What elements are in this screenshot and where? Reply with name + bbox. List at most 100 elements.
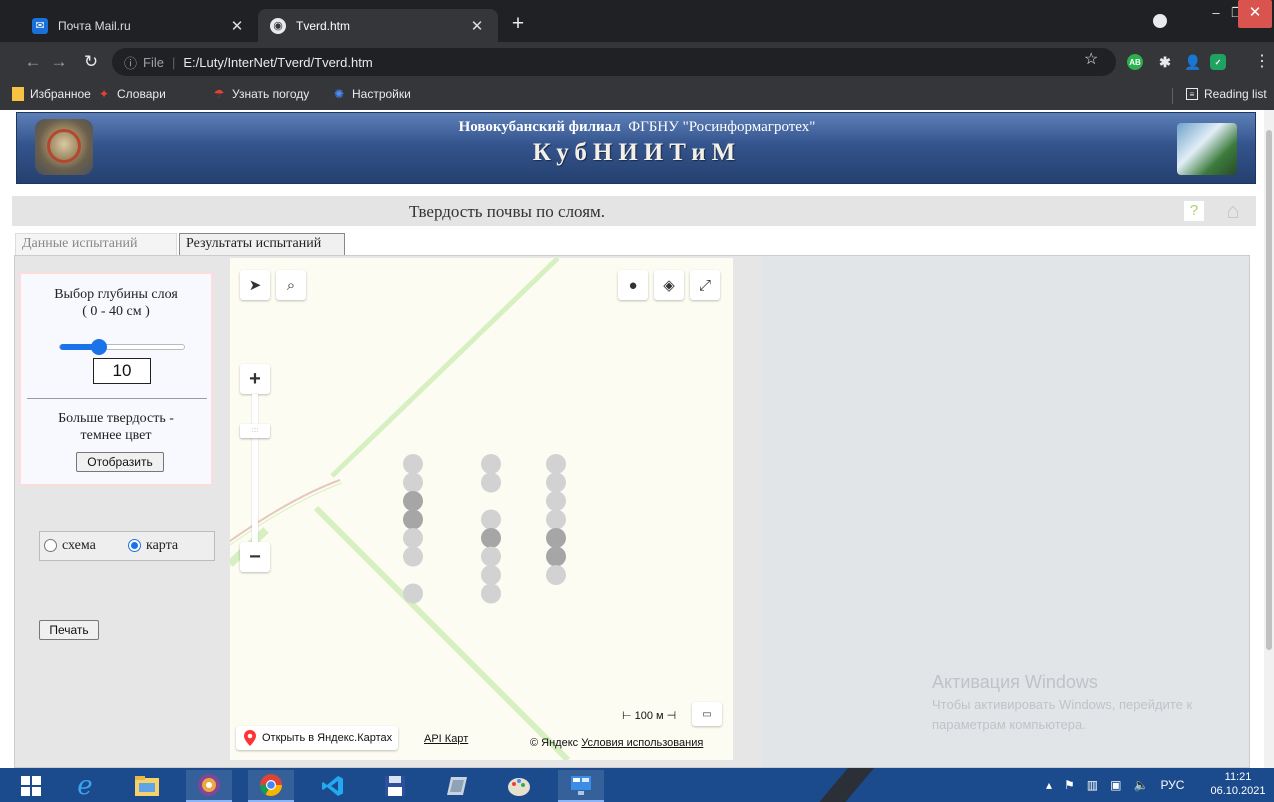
vscode-icon[interactable] [310,770,356,802]
measurement-point[interactable] [481,528,501,548]
print-button[interactable]: Печать [39,620,99,640]
show-button[interactable]: Отобразить [76,452,164,472]
bookmark-star-icon[interactable]: ☆ [1084,49,1098,69]
activation-line: параметрам компьютера. [932,717,1086,732]
measurement-point[interactable] [481,565,501,585]
open-in-yandex-button[interactable]: Открыть в Яндекс.Картах [236,726,399,750]
view-switch: схема карта [39,531,215,561]
depth-control-panel: Выбор глубины слоя ( 0 - 40 см ) 10 Боль… [19,272,213,486]
bookmark-favorites[interactable]: Избранное [12,87,91,101]
measurement-point[interactable] [403,509,423,530]
tab-test-data[interactable]: Данные испытаний [15,233,177,255]
chat-icon[interactable]: ▣ [1110,778,1121,792]
measurement-point[interactable] [546,528,566,548]
zoom-track[interactable] [252,394,258,542]
tab-tverd[interactable]: ◉ Tverd.htm ✕ [258,9,498,42]
depth-label-title: Выбор глубины слоя [54,287,178,302]
flag-icon[interactable]: ⚑ [1064,778,1075,792]
clock[interactable]: 11:21 06.10.2021 [1208,770,1268,798]
back-icon[interactable]: ← [22,51,44,73]
measurement-point[interactable] [481,454,501,474]
page-scrollbar[interactable] [1264,110,1274,768]
save-disk-icon[interactable] [372,770,418,802]
home-icon[interactable]: ⌂ [1220,198,1246,224]
close-window-icon[interactable]: ✕ [1238,0,1272,28]
measurement-point[interactable] [546,454,566,474]
language-indicator[interactable]: РУС [1160,778,1184,792]
control-panel-icon[interactable] [558,770,604,802]
measurement-point[interactable] [403,472,423,493]
help-icon[interactable]: ? [1184,201,1204,221]
label-map[interactable]: карта [146,538,178,554]
layers-icon[interactable]: ◈ [654,270,684,300]
minimize-icon[interactable]: – [1205,0,1227,28]
profile-menu-icon[interactable] [1153,14,1167,28]
forward-icon[interactable]: → [48,51,70,73]
measurement-points [403,454,566,604]
machinery-logo [1177,123,1237,175]
notes-app-icon[interactable] [434,770,480,802]
zoom-handle[interactable]: :::: [240,424,270,438]
activation-line: Чтобы активировать Windows, перейдите к [932,697,1193,712]
measurement-point[interactable] [481,472,501,493]
adblock-extension-icon[interactable]: AB [1127,54,1143,70]
paint-icon[interactable] [496,770,542,802]
extensions-icon[interactable]: ✱ [1157,54,1173,70]
windows-start-icon[interactable] [8,770,54,802]
tor-browser-icon[interactable] [186,770,232,802]
depth-slider[interactable] [59,339,185,355]
traffic-icon[interactable]: ● [618,270,648,300]
slider-handle[interactable] [91,339,107,355]
tray-expand-icon[interactable]: ▴ [1046,778,1052,792]
measurement-point[interactable] [403,491,423,511]
scrollbar-thumb[interactable] [1266,130,1272,650]
bookmark-settings[interactable]: ✺ Настройки [332,87,411,101]
reading-list-button[interactable]: ≡ Reading list [1186,87,1267,101]
map-canvas[interactable] [230,258,733,760]
measurement-point[interactable] [546,509,566,530]
tab-mail[interactable]: ✉ Почта Mail.ru ✕ [20,9,258,42]
radio-map[interactable] [128,539,141,552]
api-maps-link[interactable]: API Карт [424,733,468,745]
reload-icon[interactable]: ↻ [80,51,102,73]
internet-explorer-icon[interactable]: e [62,770,108,802]
new-tab-icon[interactable]: + [506,13,530,35]
terms-link[interactable]: Условия использования [581,737,703,749]
shield-extension-icon[interactable]: ✓ [1210,54,1226,70]
measurement-point[interactable] [481,546,501,567]
info-icon[interactable]: ⓘ [124,53,137,72]
file-explorer-icon[interactable] [124,770,170,802]
map-search-icon[interactable]: ⌕ [276,270,306,300]
measurement-point[interactable] [546,491,566,511]
measurement-point[interactable] [403,546,423,567]
bookmark-weather[interactable]: ☂ Узнать погоду [212,87,310,101]
measurement-point[interactable] [481,509,501,530]
measurement-point[interactable] [546,565,566,585]
zoom-out-icon[interactable]: − [240,542,270,572]
menu-icon[interactable]: ⋮ [1254,51,1270,71]
close-tab-icon[interactable]: ✕ [468,17,486,35]
measurement-point[interactable] [403,583,423,604]
bookmark-label: Словари [117,87,166,101]
ruler-icon[interactable]: ▭ [692,702,722,726]
zoom-in-icon[interactable]: + [240,364,270,394]
profile-icon[interactable]: 👤 [1184,54,1201,70]
fullscreen-icon[interactable]: ⤢ [690,270,720,300]
volume-icon[interactable]: 🔈 [1133,778,1148,792]
measurement-point[interactable] [481,583,501,604]
measurement-point[interactable] [546,472,566,493]
chrome-icon[interactable] [248,770,294,802]
measurement-point[interactable] [403,454,423,474]
bookmark-dictionaries[interactable]: ✦ Словари [97,87,166,101]
radio-scheme[interactable] [44,539,57,552]
measurement-point[interactable] [403,528,423,548]
yandex-map[interactable]: ➤ ⌕ ● ◈ ⤢ + :::: − ⊢ 100 м ⊣ ▭ Открыть в… [230,258,733,760]
address-bar[interactable]: ⓘ File | E:/Luty/InterNet/Tverd/Tverd.ht… [112,48,1116,76]
label-scheme[interactable]: схема [62,538,96,554]
geolocation-icon[interactable]: ➤ [240,270,270,300]
tab-test-results[interactable]: Результаты испытаний [179,233,345,255]
network-icon[interactable]: ▥ [1087,778,1098,792]
depth-input[interactable]: 10 [93,358,151,384]
close-tab-icon[interactable]: ✕ [228,17,246,35]
measurement-point[interactable] [546,546,566,567]
